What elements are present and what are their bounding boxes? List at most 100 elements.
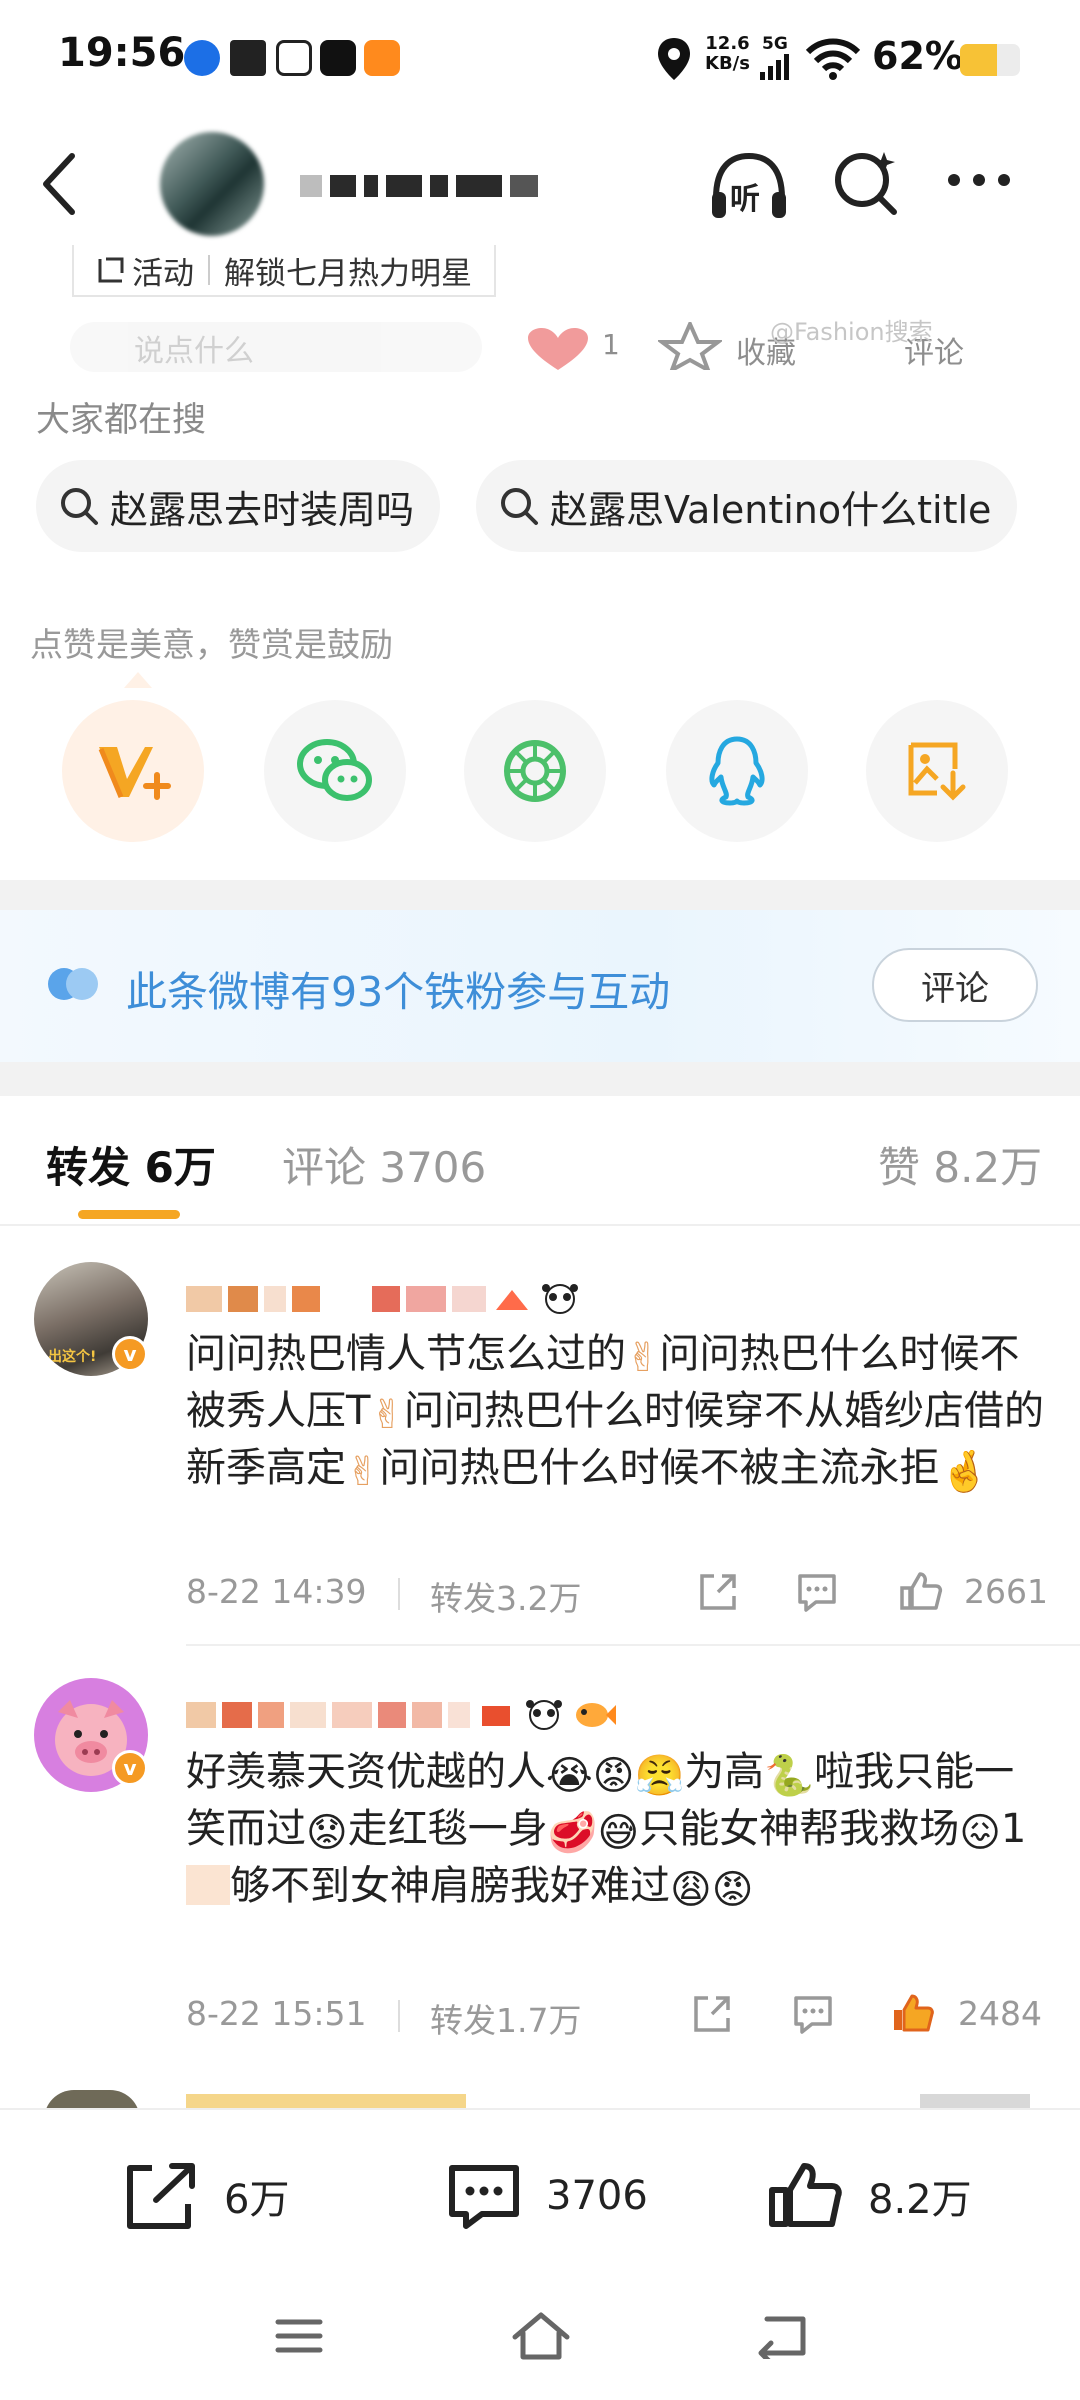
hot-search-title: 大家都在搜	[36, 400, 206, 440]
comment-icon[interactable]	[794, 1570, 840, 1614]
recent-apps-button[interactable]	[264, 2306, 334, 2366]
moments-icon	[504, 740, 566, 802]
activity-label: 活动	[132, 255, 194, 292]
notification-app-icon	[184, 40, 220, 76]
save-image-icon	[908, 742, 966, 801]
huffing-emoji: 😤	[634, 1753, 685, 1799]
author-name-redacted[interactable]	[300, 175, 538, 197]
meat-emoji: 🥩	[547, 1810, 598, 1856]
menu-icon	[275, 2319, 323, 2353]
thumbs-up-icon	[769, 2163, 842, 2227]
comment-icon[interactable]	[790, 1992, 836, 2036]
network-type: 5G	[762, 34, 788, 54]
comment-item: v 好羡慕天资优越的人😭😡😤为高🐍啦我只能一笑而过😟走红毯一身🥩😅只能女神帮我救…	[0, 1646, 1080, 2082]
hot-search-chip[interactable]: 赵露思Valentino什么title	[476, 460, 1018, 552]
listen-button[interactable]: 听	[706, 148, 792, 228]
wifi-icon	[806, 38, 860, 80]
vplus-reward-button[interactable]	[62, 700, 204, 842]
comment-text: 问问热巴情人节怎么过的✌问问热巴什么时候不被秀人压T✌问问热巴什么时候穿不从婚纱…	[186, 1328, 1046, 1499]
angry-emoji: 😡	[711, 1867, 754, 1913]
net-speed: 12.6 KB/s	[705, 33, 750, 74]
thumbs-up-icon[interactable]	[898, 1570, 944, 1614]
share-moments-button[interactable]	[464, 700, 606, 842]
section-divider	[0, 1062, 1080, 1096]
star-icon[interactable]	[658, 322, 722, 370]
bottom-like-button[interactable]: 8.2万	[766, 2158, 972, 2234]
more-options-icon[interactable]	[946, 172, 1012, 188]
sweat-smile-emoji: 😅	[597, 1810, 640, 1856]
save-image-button[interactable]	[866, 700, 1008, 842]
system-navigation-bar	[0, 2276, 1080, 2400]
weary-emoji: 😩	[670, 1867, 712, 1913]
caption-pointer	[124, 672, 152, 688]
thumbs-up-liked-icon[interactable]	[890, 1992, 936, 2036]
redacted-block	[186, 1865, 230, 1905]
comment-tabs: 转发 6万 评论 3706 赞 8.2万	[0, 1096, 1080, 1226]
bottom-repost-button[interactable]: 6万	[122, 2158, 289, 2234]
bottom-comment-button[interactable]: 3706	[444, 2158, 648, 2234]
next-comment-peek	[0, 2082, 1080, 2108]
fingers-crossed-emoji: ✌	[626, 1335, 660, 1381]
comment-like-count: 2484	[958, 1994, 1042, 2033]
share-qq-button[interactable]	[666, 700, 808, 842]
home-button[interactable]	[506, 2306, 576, 2366]
worried-emoji: 😟	[306, 1810, 348, 1856]
comment-text: 好羡慕天资优越的人😭😡😤为高🐍啦我只能一笑而过😟走红毯一身🥩😅只能女神帮我救场😖…	[186, 1746, 1046, 1917]
hot-search-chip[interactable]: 赵露思去时装周吗	[36, 460, 441, 552]
tiktok-notification-icon	[320, 40, 356, 76]
fingers-crossed-emoji: ✌	[346, 1449, 380, 1495]
comment-date: 8-22 14:39	[186, 1572, 367, 1611]
confounded-emoji: 😖	[959, 1810, 1001, 1856]
comment-repost-count[interactable]: 转发3.2万	[430, 1572, 581, 1620]
fish-icon	[576, 1703, 616, 1727]
search-icon	[501, 488, 538, 525]
snake-emoji: 🐍	[764, 1753, 815, 1799]
crying-emoji: 😭	[546, 1753, 593, 1799]
panda-icon	[542, 1284, 578, 1314]
back-icon	[758, 2316, 806, 2359]
fans-comment-button[interactable]: 评论	[872, 948, 1038, 1022]
fans-interaction-banner[interactable]: 此条微博有93个铁粉参与互动 评论	[0, 910, 1080, 1062]
wechat-icon	[297, 739, 372, 801]
commenter-name-redacted[interactable]	[186, 1282, 582, 1316]
search-icon[interactable]	[832, 148, 902, 218]
bottom-action-bar: 6万 3706 8.2万	[0, 2108, 1080, 2276]
repost-icon	[127, 2163, 195, 2229]
author-avatar[interactable]	[160, 132, 264, 236]
signal-icon	[760, 54, 789, 80]
weibo-comment-page: 19:56 12.6 KB/s 5G 62% 听 活动 解锁七月热力明星 说点什…	[0, 0, 1080, 2400]
fans-banner-text: 此条微博有93个铁粉参与互动	[126, 968, 671, 1016]
back-arrow-icon[interactable]	[40, 152, 80, 216]
badge-icon	[482, 1706, 510, 1726]
tab-comments[interactable]: 评论 3706	[282, 1134, 486, 1195]
share-icon[interactable]	[696, 1570, 740, 1614]
badge-icon	[496, 1290, 528, 1310]
comment-repost-count[interactable]: 转发1.7万	[430, 1994, 581, 2042]
battery-percent: 62%	[872, 34, 963, 78]
comment-date: 8-22 15:51	[186, 1994, 367, 2033]
commenter-name-redacted[interactable]	[186, 1698, 616, 1732]
home-icon	[512, 2312, 570, 2360]
comment-meta: 8-22 14:39 转发3.2万 2661	[186, 1566, 1048, 1618]
activity-text: 解锁七月热力明星	[224, 255, 472, 292]
heart-icon[interactable]	[526, 328, 590, 372]
qq-icon	[709, 736, 765, 806]
vplus-reward-icon	[98, 747, 171, 800]
active-tab-indicator	[78, 1210, 180, 1219]
verified-badge-icon: v	[112, 1750, 148, 1786]
share-wechat-button[interactable]	[264, 700, 406, 842]
faded-comment-bar: 说点什么 1 收藏 评论 @Fashion搜索	[70, 318, 1030, 372]
tab-repost[interactable]: 转发 6万	[46, 1134, 216, 1195]
tab-likes[interactable]: 赞 8.2万	[878, 1134, 1042, 1195]
finger-heart-emoji: 🤞	[939, 1449, 990, 1495]
status-bar: 19:56 12.6 KB/s 5G 62%	[0, 0, 1080, 120]
watermark-text: @Fashion搜索	[770, 318, 933, 346]
comment-input[interactable]: 说点什么	[70, 322, 482, 372]
fans-icon	[48, 968, 98, 1000]
back-button[interactable]	[746, 2306, 816, 2366]
verified-badge-icon: v	[112, 1336, 148, 1372]
share-icon[interactable]	[690, 1992, 734, 2036]
activity-tag[interactable]: 活动 解锁七月热力明星	[72, 245, 496, 297]
fingers-crossed-emoji: ✌	[370, 1392, 404, 1438]
location-icon	[658, 38, 690, 80]
